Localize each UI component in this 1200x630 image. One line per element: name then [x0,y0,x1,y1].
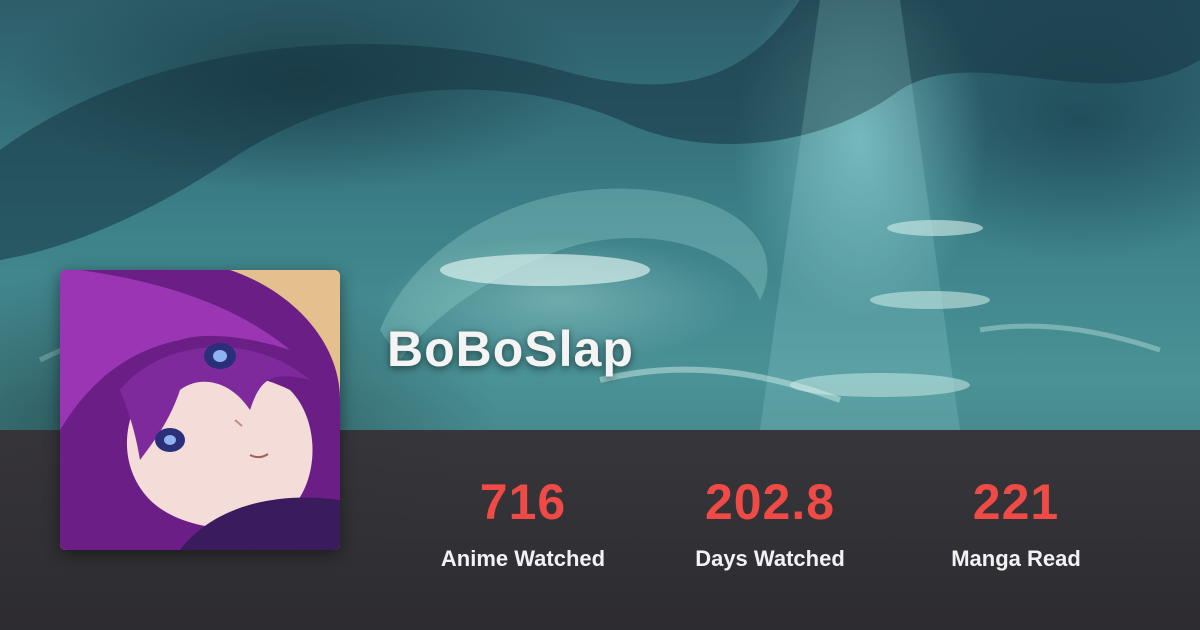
stat-days-watched: 202.8 Days Watched [650,472,890,574]
stat-value: 716 [479,474,567,530]
username: BoBoSlap [387,321,634,377]
stat-manga-read: 221 Manga Read [896,472,1136,574]
stat-label: Manga Read [951,546,1081,571]
profile-card: BoBoSlap 716 Anime Watched 202.8 Days Wa… [0,0,1200,630]
stat-label: Anime Watched [440,546,606,571]
stat-label: Days Watched [695,546,845,571]
stat-value: 202.8 [704,474,836,530]
stat-anime-watched: 716 Anime Watched [403,472,643,574]
avatar [60,270,340,550]
stat-value: 221 [972,474,1060,530]
avatar-image [60,270,340,550]
